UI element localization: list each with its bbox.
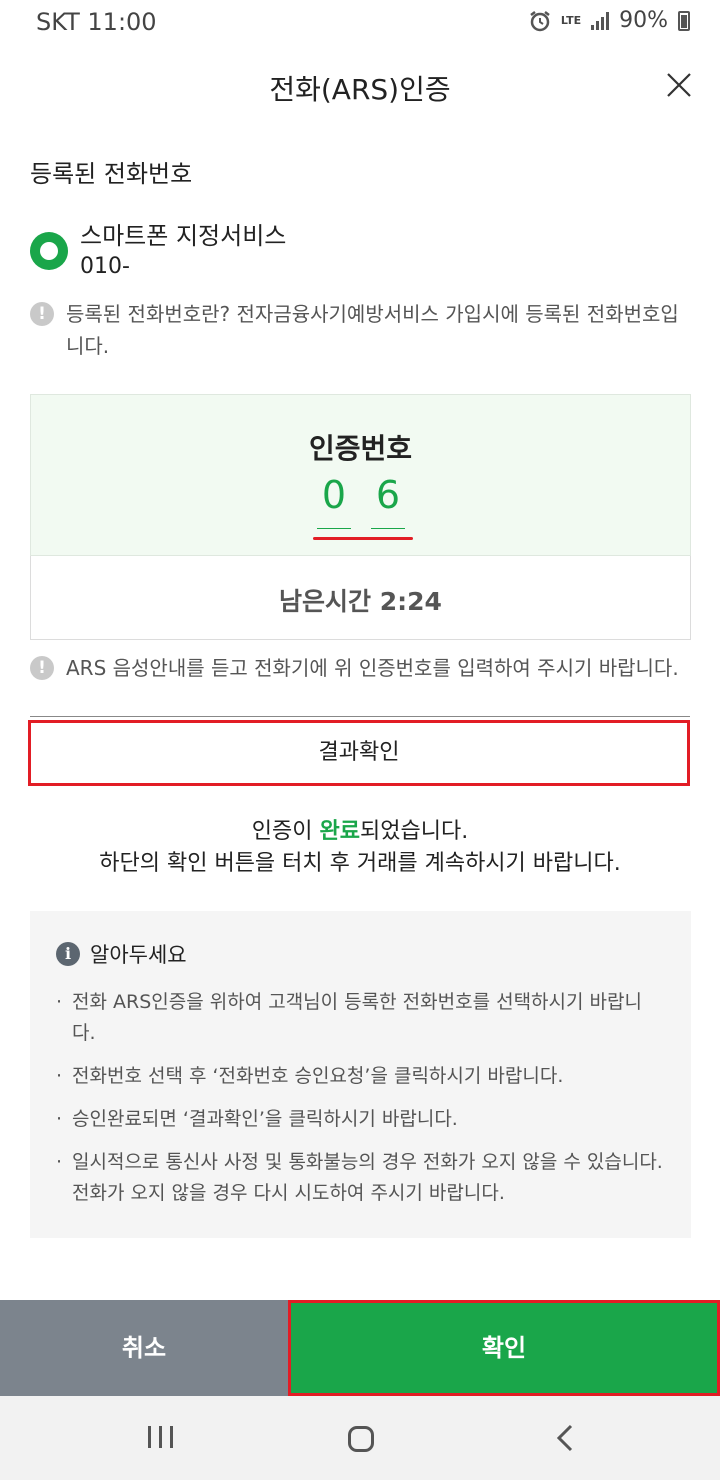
phone-option-smartphone[interactable]: 스마트폰 지정서비스 010- <box>30 214 690 284</box>
info-list: 전화 ARS인증을 위하여 고객님이 등록한 전화번호를 선택하시기 바랍니다.… <box>56 987 663 1209</box>
home-icon[interactable] <box>348 1426 374 1452</box>
recent-apps-icon[interactable] <box>148 1426 174 1448</box>
system-nav-bar <box>0 1396 720 1480</box>
status-icons: LTE 90% <box>529 8 690 33</box>
auth-code-digit-2: 6 <box>375 473 401 517</box>
auth-code-digit-2-underline <box>371 528 405 529</box>
registered-phone-notice-text: 등록된 전화번호란? 전자금융사기예방서비스 가입시에 등록된 전화번호입니다. <box>66 302 679 358</box>
signal-icon <box>591 11 610 30</box>
registered-phone-notice: ! 등록된 전화번호란? 전자금융사기예방서비스 가입시에 등록된 전화번호입니… <box>30 298 695 362</box>
section-title-registered-phone: 등록된 전화번호 <box>30 160 193 188</box>
completion-prefix: 인증이 <box>251 819 320 844</box>
info-icon: i <box>56 942 80 966</box>
highlight-underline <box>313 537 413 540</box>
result-check-button[interactable]: 결과확인 <box>28 720 690 786</box>
phone-number: 010- <box>80 254 130 279</box>
cancel-button[interactable]: 취소 <box>0 1300 288 1396</box>
completion-line-2: 하단의 확인 버튼을 터치 후 거래를 계속하시기 바랍니다. <box>99 851 621 876</box>
page-title: 전화(ARS)인증 <box>269 73 451 106</box>
close-icon[interactable] <box>666 72 692 98</box>
back-icon[interactable] <box>556 1424 574 1452</box>
auth-code-digit-1: 0 <box>321 473 347 517</box>
auth-code-digit-1-underline <box>317 528 351 529</box>
battery-percent: 90% <box>619 8 668 33</box>
info-title: 알아두세요 <box>90 943 187 967</box>
radio-selected-icon[interactable] <box>30 232 68 270</box>
header: 전화(ARS)인증 <box>0 52 720 122</box>
list-item: 전화번호 선택 후 ‘전화번호 승인요청’을 클릭하시기 바랍니다. <box>56 1061 663 1092</box>
ars-notice: ! ARS 음성안내를 듣고 전화기에 위 인증번호를 입력하여 주시기 바랍니… <box>30 652 695 684</box>
auth-code-panel: 인증번호 0 6 <box>30 394 691 556</box>
auth-code-title: 인증번호 <box>308 432 413 465</box>
list-item: 승인완료되면 ‘결과확인’을 클릭하시기 바랍니다. <box>56 1104 663 1135</box>
divider <box>30 716 690 717</box>
ars-notice-text: ARS 음성안내를 듣고 전화기에 위 인증번호를 입력하여 주시기 바랍니다. <box>66 656 679 680</box>
battery-icon <box>678 10 690 31</box>
lte-icon: LTE <box>560 14 582 27</box>
confirm-button[interactable]: 확인 <box>288 1300 720 1396</box>
phone-option-label: 스마트폰 지정서비스 <box>80 222 287 250</box>
remaining-time: 남은시간 2:24 <box>279 587 442 616</box>
alarm-icon <box>530 10 550 31</box>
exclamation-icon: ! <box>30 302 54 326</box>
info-header: i 알아두세요 <box>56 939 663 969</box>
completion-highlight: 완료 <box>319 819 360 844</box>
completion-suffix: 되었습니다. <box>360 819 469 844</box>
status-bar: SKT 11:00 LTE 90% <box>0 0 720 44</box>
info-panel: i 알아두세요 전화 ARS인증을 위하여 고객님이 등록한 전화번호를 선택하… <box>30 911 691 1238</box>
exclamation-icon: ! <box>30 656 54 680</box>
completion-line-1: 인증이 완료되었습니다. <box>0 816 720 848</box>
completion-message: 인증이 완료되었습니다. 하단의 확인 버튼을 터치 후 거래를 계속하시기 바… <box>0 816 720 880</box>
list-item: 전화 ARS인증을 위하여 고객님이 등록한 전화번호를 선택하시기 바랍니다. <box>56 987 663 1049</box>
timer-panel: 남은시간 2:24 <box>30 556 691 640</box>
list-item: 일시적으로 통신사 사정 및 통화불능의 경우 전화가 오지 않을 수 있습니다… <box>56 1147 663 1209</box>
carrier-time: SKT 11:00 <box>36 8 157 36</box>
